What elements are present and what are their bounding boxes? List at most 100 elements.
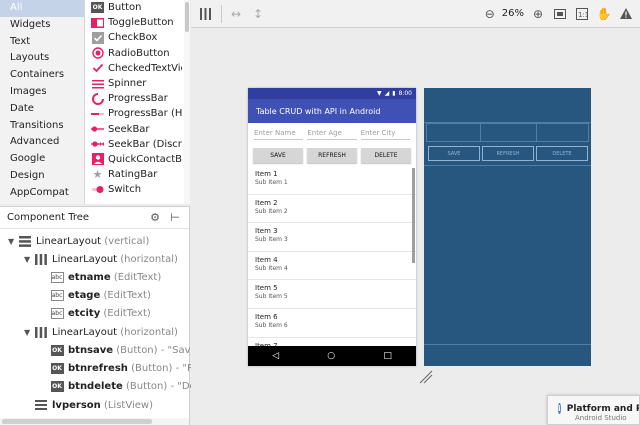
tree-node-btnsave[interactable]: OK btnsave (Button) - "Save" [40,341,201,359]
list-item[interactable]: Item 1 Sub Item 1 [248,166,416,195]
design-canvas[interactable]: ▼ ◢ ▮ 8:00 Table CRUD with API in Androi… [191,29,640,425]
palette-widget-quickcontactbadge[interactable]: QuickContactBadge [88,152,182,167]
refresh-button[interactable]: REFRESH [307,148,357,163]
expand-arrow-icon[interactable]: ▼ [24,255,34,264]
tree-node-btnrefresh[interactable]: OK btnrefresh (Button) - "Re [40,359,200,377]
person-list[interactable]: Item 1 Sub Item 1 Item 2 Sub Item 2 Item 3 Su… [248,166,416,346]
palette-widget-label: ProgressBar [108,93,168,105]
zoom-in-icon[interactable]: ⊕ [530,5,546,23]
expand-arrow-icon[interactable]: ▼ [8,237,18,246]
palette-widget-seekbar-discrete[interactable]: SeekBar (Discrete) [88,137,182,152]
palette-widget-label: RadioButton [108,47,170,59]
palette-category-google[interactable]: Google [0,151,84,168]
warning-icon[interactable] [618,5,634,23]
list-item-subtitle: Sub Item 5 [255,293,288,301]
palette-category-images[interactable]: Images [0,84,84,101]
palette-widget-progressbar-horizontal[interactable]: ProgressBar (Horizontal) [88,106,182,121]
list-item[interactable]: Item 6 Sub Item 6 [248,309,416,338]
list-item[interactable]: Item 7 [248,338,416,346]
palette-category-advanced[interactable]: Advanced [0,134,84,151]
palette-widget-seekbar[interactable]: SeekBar [88,122,182,137]
collapse-panel-icon[interactable]: ⊢ [168,211,182,225]
list-item-title: Item 1 [255,170,278,178]
age-input[interactable]: Enter Age [307,129,357,140]
palette-category-layouts[interactable]: Layouts [0,50,84,67]
list-item[interactable]: Item 3 Sub Item 3 [248,223,416,252]
name-input[interactable]: Enter Name [254,129,304,140]
tree-node-btndelete[interactable]: OK btndelete (Button) - "Dele [40,377,205,395]
blueprint-input-row-outline [426,123,589,142]
palette-category-text[interactable]: Text [0,34,84,51]
palette-widget-spinner[interactable]: Spinner [88,76,182,91]
navigation-bar: ◁ ○ □ [248,346,416,366]
palette-category-design[interactable]: Design [0,168,84,185]
blueprint-preview[interactable]: SAVE REFRESH DELETE [424,88,591,366]
city-input[interactable]: Enter City [360,129,410,140]
save-button[interactable]: SAVE [253,148,303,163]
tree-horizontal-scrollbar[interactable] [0,418,189,425]
palette-widget-label: Spinner [108,78,147,90]
palette-widget-radiobutton[interactable]: RadioButton [88,46,182,61]
tree-scroll-thumb[interactable] [2,419,152,424]
palette-category-appcompat[interactable]: AppCompat [0,185,84,202]
palette-widget-label: SeekBar (Discrete) [108,138,182,150]
palette-category-transitions[interactable]: Transitions [0,118,84,135]
delete-button[interactable]: DELETE [361,148,411,163]
blueprint-save-button[interactable]: SAVE [428,146,480,161]
palette-widget-checkbox[interactable]: CheckBox [88,30,182,45]
tree-node-detail: (ListView) [103,399,153,411]
hand-pan-icon[interactable]: ✋ [596,5,612,23]
linear-horizontal-icon [34,326,48,338]
tree-node-linearlayout[interactable]: ▼ LinearLayout (horizontal) [24,323,178,341]
palette-scroll-thumb[interactable] [185,2,189,32]
back-nav-icon[interactable]: ◁ [272,351,279,361]
palette-widget-switch[interactable]: Switch [88,182,182,197]
palette-category-date[interactable]: Date [0,101,84,118]
list-scrollbar[interactable] [412,168,415,263]
palette-widget-button[interactable]: OK Button [88,0,182,15]
palette-scrollbar[interactable] [184,0,190,204]
palette-widget-label: Switch [108,184,142,196]
tree-node-lvperson[interactable]: lvperson (ListView) [24,396,153,414]
list-item[interactable]: Item 5 Sub Item 5 [248,280,416,309]
tree-node-name: btndelete [68,380,123,392]
pan-mode-icon[interactable] [197,5,213,23]
palette-widget-progressbar[interactable]: ProgressBar [88,91,182,106]
actual-size-icon[interactable]: 1:1 [574,5,590,23]
tree-node-etname[interactable]: abc etname (EditText) [40,268,161,286]
tree-node-name: etname [68,271,111,283]
recents-nav-icon[interactable]: □ [383,351,392,361]
zoom-level: 26% [501,8,524,19]
list-item-subtitle: Sub Item 3 [255,236,288,244]
list-item[interactable]: Item 2 Sub Item 2 [248,195,416,224]
tree-node-linearlayout[interactable]: ▼ LinearLayout (horizontal) [24,250,178,268]
palette-widget-label: Button [108,2,142,14]
blueprint-refresh-button[interactable]: REFRESH [482,146,534,161]
notification-balloon[interactable]: i Platform and P Android Studio [547,395,640,425]
info-icon: i [558,403,561,414]
blueprint-delete-button[interactable]: DELETE [536,146,588,161]
horizontal-resize-icon[interactable]: ↔ [228,5,244,23]
zoom-out-icon[interactable]: ⊖ [482,5,498,23]
settings-gear-icon[interactable]: ⚙ [148,211,162,225]
palette-category-widgets[interactable]: Widgets [0,17,84,34]
component-tree-title: Component Tree [7,212,90,223]
palette-category-all[interactable]: All [0,0,84,17]
tree-node-etage[interactable]: abc etage (EditText) [40,286,151,304]
palette-widget-ratingbar[interactable]: ★ RatingBar [88,167,182,182]
tree-node-linearlayout[interactable]: ▼ LinearLayout (vertical) [8,232,149,250]
palette-category-containers[interactable]: Containers [0,67,84,84]
tree-node-etcity[interactable]: abc etcity (EditText) [40,304,151,322]
zoom-to-fit-icon[interactable] [552,5,568,23]
palette-widget-checkedtextview[interactable]: CheckedTextView [88,61,182,76]
vertical-resize-icon[interactable]: ↕ [250,5,266,23]
expand-arrow-icon[interactable]: ▼ [24,328,34,337]
design-preview-phone[interactable]: ▼ ◢ ▮ 8:00 Table CRUD with API in Androi… [248,88,416,366]
list-item[interactable]: Item 4 Sub Item 4 [248,252,416,281]
palette-widget-togglebutton[interactable]: ToggleButton [88,15,182,30]
home-nav-icon[interactable]: ○ [327,351,335,361]
resize-handle-icon[interactable] [419,370,433,384]
palette-widget-label: CheckBox [108,32,158,44]
palette-widget-label: ProgressBar (Horizontal) [108,108,182,120]
status-bar: ▼ ◢ ▮ 8:00 [248,88,416,99]
